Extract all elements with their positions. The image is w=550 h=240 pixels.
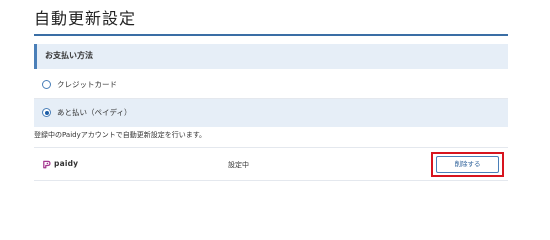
paidy-logo-icon bbox=[43, 160, 51, 168]
payment-option-paidy[interactable]: あと払い（ペイディ） bbox=[34, 99, 508, 127]
paidy-wordmark: paidy bbox=[54, 159, 79, 168]
payment-method-section-header: お支払い方法 bbox=[34, 44, 508, 69]
page-title: 自動更新設定 bbox=[34, 9, 137, 28]
account-status: 設定中 bbox=[228, 161, 249, 169]
payment-option-credit-card[interactable]: クレジットカード bbox=[34, 71, 508, 99]
paidy-logo: paidy bbox=[42, 159, 78, 169]
credit-card-radio[interactable] bbox=[42, 80, 51, 89]
title-divider bbox=[34, 34, 508, 36]
paidy-radio[interactable] bbox=[42, 108, 51, 117]
paidy-option-label[interactable]: あと払い（ペイディ） bbox=[57, 107, 131, 119]
info-note: 登録中のPaidyアカウントで自動更新設定を行います。 bbox=[34, 131, 207, 139]
paidy-account-row: paidy 設定中 削除する bbox=[34, 147, 508, 181]
section-header-label: お支払い方法 bbox=[45, 51, 93, 60]
credit-card-label[interactable]: クレジットカード bbox=[57, 79, 117, 91]
delete-button[interactable]: 削除する bbox=[436, 156, 499, 173]
